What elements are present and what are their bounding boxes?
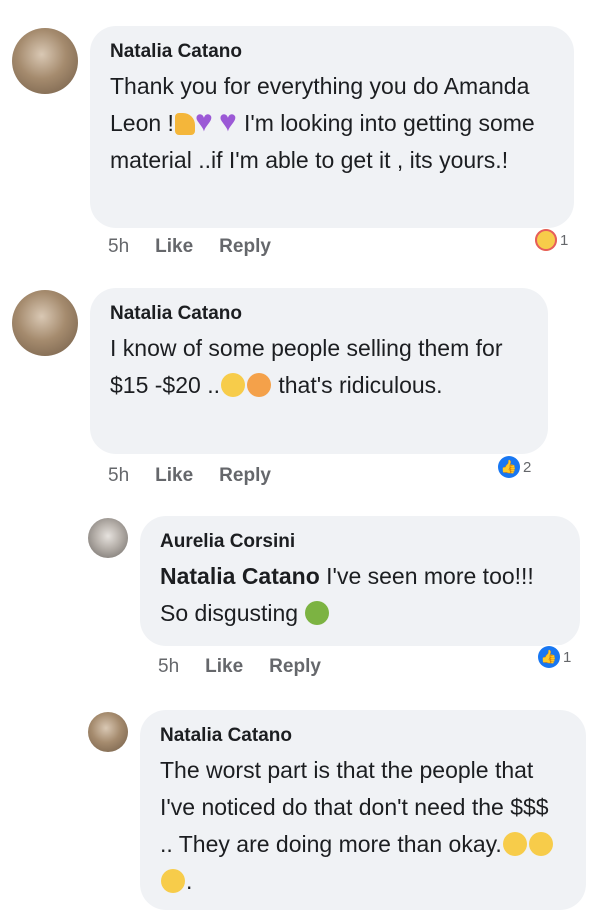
comment-text: Natalia Catano I've seen more too!!! So … <box>160 563 534 626</box>
money-mouth-face-emoji-icon <box>502 832 527 856</box>
author-avatar[interactable] <box>12 290 78 356</box>
nauseated-face-emoji-icon <box>305 601 330 625</box>
comment-meta: 5h Like Reply <box>158 656 321 678</box>
comment-author[interactable]: Natalia Catano <box>110 302 528 326</box>
author-avatar[interactable] <box>88 518 128 558</box>
author-avatar[interactable] <box>88 712 128 752</box>
care-reaction-icon <box>535 229 557 251</box>
comment-time[interactable]: 5h <box>108 465 129 487</box>
angry-face-emoji-icon <box>246 373 271 397</box>
comment-text: I know of some people selling them for $… <box>110 335 503 398</box>
reply-button[interactable]: Reply <box>269 656 321 678</box>
comment-bubble: Natalia Catano The worst part is that th… <box>140 710 586 910</box>
comment-time[interactable]: 5h <box>108 236 129 258</box>
like-button[interactable]: Like <box>205 656 243 678</box>
confused-face-emoji-icon <box>220 373 245 397</box>
reply-button[interactable]: Reply <box>219 465 271 487</box>
reaction-count[interactable]: 👍 2 <box>496 455 536 479</box>
comment-author[interactable]: Natalia Catano <box>160 724 566 748</box>
money-mouth-face-emoji-icon <box>161 869 185 893</box>
like-button[interactable]: Like <box>155 465 193 487</box>
comment-text: Thank you for everything you do Amanda L… <box>110 68 554 179</box>
comment-text: The worst part is that the people that I… <box>160 752 566 900</box>
comment-author[interactable]: Aurelia Corsini <box>160 530 560 554</box>
comment-time[interactable]: 5h <box>158 656 179 678</box>
purple-heart-emoji-icon <box>195 111 219 135</box>
like-reaction-icon: 👍 <box>538 646 560 668</box>
comment-author[interactable]: Natalia Catano <box>110 40 554 64</box>
comment-bubble: Aurelia Corsini Natalia Catano I've seen… <box>140 516 580 646</box>
like-reaction-icon: 👍 <box>498 456 520 478</box>
money-mouth-face-emoji-icon <box>528 832 553 856</box>
like-button[interactable]: Like <box>155 236 193 258</box>
comment-bubble: Natalia Catano I know of some people sel… <box>90 288 548 454</box>
author-avatar[interactable] <box>12 28 78 94</box>
reaction-count[interactable]: 1 <box>533 228 573 252</box>
mention-link[interactable]: Natalia Catano <box>160 563 320 589</box>
purple-heart-emoji-icon <box>219 111 243 135</box>
thumbs-up-emoji-icon <box>174 113 195 135</box>
comment-bubble: Natalia Catano Thank you for everything … <box>90 26 574 228</box>
reply-button[interactable]: Reply <box>219 236 271 258</box>
reaction-count[interactable]: 👍 1 <box>536 645 576 669</box>
comment-meta: 5h Like Reply <box>108 465 271 487</box>
comment-meta: 5h Like Reply <box>108 236 271 258</box>
